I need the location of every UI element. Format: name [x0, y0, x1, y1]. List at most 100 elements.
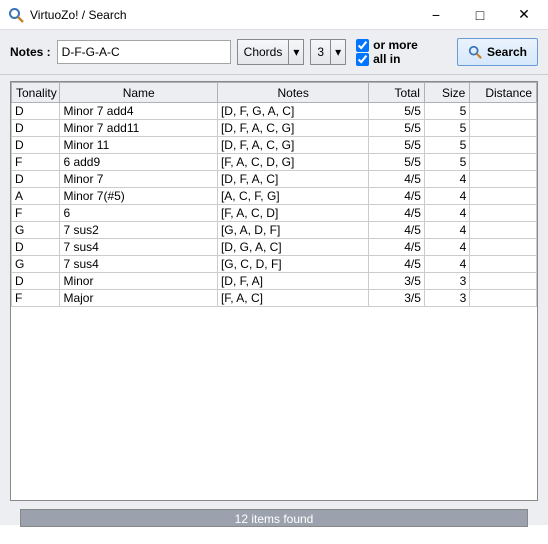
app-icon	[8, 7, 24, 23]
cell-tonality: A	[12, 188, 60, 205]
results-table: Tonality Name Notes Total Size Distance …	[11, 82, 537, 307]
cell-size: 4	[424, 188, 469, 205]
cell-distance	[470, 222, 537, 239]
table-row[interactable]: DMinor 7[D, F, A, C]4/54	[12, 171, 537, 188]
table-row[interactable]: AMinor 7(#5)[A, C, F, G]4/54	[12, 188, 537, 205]
cell-name: Minor 7 add4	[60, 103, 218, 120]
cell-tonality: F	[12, 154, 60, 171]
table-row[interactable]: G7 sus4[G, C, D, F]4/54	[12, 256, 537, 273]
cell-tonality: D	[12, 120, 60, 137]
table-row[interactable]: FMajor[F, A, C]3/53	[12, 290, 537, 307]
results-table-wrap: Tonality Name Notes Total Size Distance …	[10, 81, 538, 501]
cell-size: 3	[424, 273, 469, 290]
col-total[interactable]: Total	[369, 83, 425, 103]
all-in-checkbox-row[interactable]: all in	[356, 52, 418, 66]
cell-notes: [G, A, D, F]	[217, 222, 368, 239]
table-row[interactable]: F6[F, A, C, D]4/54	[12, 205, 537, 222]
cell-distance	[470, 154, 537, 171]
col-name[interactable]: Name	[60, 83, 218, 103]
mode-dropdown[interactable]: Chords ▾	[237, 39, 305, 65]
cell-name: 6 add9	[60, 154, 218, 171]
cell-total: 3/5	[369, 273, 425, 290]
col-tonality[interactable]: Tonality	[12, 83, 60, 103]
cell-total: 4/5	[369, 222, 425, 239]
col-size[interactable]: Size	[424, 83, 469, 103]
all-in-checkbox[interactable]	[356, 53, 369, 66]
cell-tonality: D	[12, 103, 60, 120]
table-row[interactable]: F6 add9[F, A, C, D, G]5/55	[12, 154, 537, 171]
cell-size: 4	[424, 256, 469, 273]
col-notes[interactable]: Notes	[217, 83, 368, 103]
cell-total: 3/5	[369, 290, 425, 307]
titlebar: VirtuoZo! / Search − □ ✕	[0, 0, 548, 30]
cell-total: 5/5	[369, 103, 425, 120]
cell-tonality: D	[12, 137, 60, 154]
col-distance[interactable]: Distance	[470, 83, 537, 103]
status-bar: 12 items found	[20, 509, 528, 527]
mode-dropdown-value: Chords	[237, 39, 290, 65]
cell-tonality: F	[12, 290, 60, 307]
cell-total: 4/5	[369, 171, 425, 188]
cell-notes: [D, G, A, C]	[217, 239, 368, 256]
cell-name: Major	[60, 290, 218, 307]
close-button[interactable]: ✕	[502, 1, 546, 29]
cell-notes: [D, F, A, C]	[217, 171, 368, 188]
cell-tonality: D	[12, 239, 60, 256]
count-dropdown-value: 3	[310, 39, 331, 65]
cell-name: Minor 7 add11	[60, 120, 218, 137]
cell-size: 5	[424, 154, 469, 171]
cell-name: Minor 7	[60, 171, 218, 188]
cell-size: 5	[424, 103, 469, 120]
cell-total: 4/5	[369, 188, 425, 205]
search-button-label: Search	[487, 45, 527, 59]
cell-distance	[470, 103, 537, 120]
notes-input[interactable]	[57, 40, 231, 64]
minimize-button[interactable]: −	[414, 1, 458, 29]
cell-name: 7 sus2	[60, 222, 218, 239]
cell-tonality: G	[12, 256, 60, 273]
cell-distance	[470, 205, 537, 222]
table-row[interactable]: DMinor 7 add11[D, F, A, C, G]5/55	[12, 120, 537, 137]
cell-name: Minor	[60, 273, 218, 290]
cell-size: 5	[424, 120, 469, 137]
cell-distance	[470, 188, 537, 205]
cell-tonality: D	[12, 171, 60, 188]
chevron-down-icon: ▾	[289, 39, 304, 65]
count-dropdown[interactable]: 3 ▾	[310, 39, 346, 65]
all-in-label: all in	[373, 52, 400, 66]
search-icon	[468, 45, 482, 59]
table-header-row: Tonality Name Notes Total Size Distance	[12, 83, 537, 103]
cell-total: 4/5	[369, 256, 425, 273]
maximize-button[interactable]: □	[458, 1, 502, 29]
cell-notes: [F, A, C, D, G]	[217, 154, 368, 171]
cell-distance	[470, 239, 537, 256]
cell-tonality: G	[12, 222, 60, 239]
cell-notes: [D, F, G, A, C]	[217, 103, 368, 120]
cell-notes: [A, C, F, G]	[217, 188, 368, 205]
cell-total: 5/5	[369, 120, 425, 137]
cell-total: 5/5	[369, 137, 425, 154]
cell-total: 4/5	[369, 205, 425, 222]
cell-notes: [D, F, A, C, G]	[217, 120, 368, 137]
cell-size: 4	[424, 222, 469, 239]
cell-notes: [D, F, A, C, G]	[217, 137, 368, 154]
table-row[interactable]: DMinor 11[D, F, A, C, G]5/55	[12, 137, 537, 154]
cell-notes: [F, A, C]	[217, 290, 368, 307]
cell-notes: [G, C, D, F]	[217, 256, 368, 273]
toolbar: Notes : Chords ▾ 3 ▾ or more all in Sear…	[0, 30, 548, 75]
cell-total: 5/5	[369, 154, 425, 171]
search-button[interactable]: Search	[457, 38, 538, 66]
cell-tonality: F	[12, 205, 60, 222]
cell-name: 7 sus4	[60, 256, 218, 273]
cell-name: Minor 11	[60, 137, 218, 154]
table-row[interactable]: D7 sus4[D, G, A, C]4/54	[12, 239, 537, 256]
cell-notes: [D, F, A]	[217, 273, 368, 290]
or-more-checkbox[interactable]	[356, 39, 369, 52]
cell-notes: [F, A, C, D]	[217, 205, 368, 222]
or-more-checkbox-row[interactable]: or more	[356, 38, 418, 52]
table-row[interactable]: DMinor[D, F, A]3/53	[12, 273, 537, 290]
table-row[interactable]: DMinor 7 add4[D, F, G, A, C]5/55	[12, 103, 537, 120]
table-row[interactable]: G7 sus2[G, A, D, F]4/54	[12, 222, 537, 239]
cell-size: 4	[424, 205, 469, 222]
cell-size: 5	[424, 137, 469, 154]
